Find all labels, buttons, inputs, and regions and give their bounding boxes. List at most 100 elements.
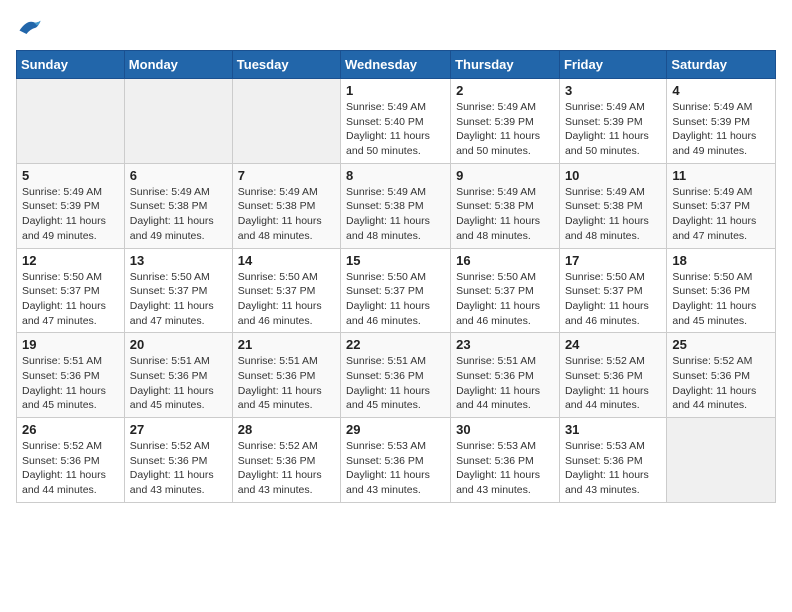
calendar-cell: 13Sunrise: 5:50 AM Sunset: 5:37 PM Dayli… (124, 248, 232, 333)
calendar-cell: 23 Sunrise: 5:51 AM Sunset: 5:36 PM Dayli… (451, 333, 560, 418)
calendar-cell (124, 79, 232, 164)
day-number: 27 (130, 422, 227, 437)
logo (16, 16, 48, 38)
calendar-cell: 29 Sunrise: 5:53 AM Sunset: 5:36 PM Dayli… (341, 418, 451, 503)
day-number: 9 (456, 168, 554, 183)
day-info: Sunrise: 5:49 AM Sunset: 5:38 PM Dayligh… (130, 185, 227, 244)
calendar-cell: 4 Sunrise: 5:49 AM Sunset: 5:39 PM Daylig… (667, 79, 776, 164)
day-number: 10 (565, 168, 661, 183)
day-number: 18 (672, 253, 770, 268)
calendar-cell: 21 Sunrise: 5:51 AM Sunset: 5:36 PM Dayli… (232, 333, 340, 418)
calendar-cell: 5 Sunrise: 5:49 AM Sunset: 5:39 PM Daylig… (17, 163, 125, 248)
day-info: Sunrise: 5:52 AM Sunset: 5:36 PM Dayligh… (130, 439, 227, 498)
day-number: 26 (22, 422, 119, 437)
day-info: Sunrise: 5:51 AM Sunset: 5:36 PM Dayligh… (456, 354, 554, 413)
calendar-week-row: 19 Sunrise: 5:51 AM Sunset: 5:36 PM Dayli… (17, 333, 776, 418)
calendar-cell: 22Sunrise: 5:51 AM Sunset: 5:36 PM Dayli… (341, 333, 451, 418)
day-info: Sunrise: 5:51 AM Sunset: 5:36 PM Dayligh… (238, 354, 335, 413)
day-number: 24 (565, 337, 661, 352)
weekday-header-monday: Monday (124, 51, 232, 79)
calendar-cell: 24Sunrise: 5:52 AM Sunset: 5:36 PM Dayli… (559, 333, 666, 418)
calendar-cell: 6 Sunrise: 5:49 AM Sunset: 5:38 PM Daylig… (124, 163, 232, 248)
day-number: 25 (672, 337, 770, 352)
day-info: Sunrise: 5:50 AM Sunset: 5:37 PM Dayligh… (346, 270, 445, 329)
day-info: Sunrise: 5:53 AM Sunset: 5:36 PM Dayligh… (565, 439, 661, 498)
day-info: Sunrise: 5:53 AM Sunset: 5:36 PM Dayligh… (456, 439, 554, 498)
day-info: Sunrise: 5:49 AM Sunset: 5:39 PM Dayligh… (672, 100, 770, 159)
day-number: 1 (346, 83, 445, 98)
day-number: 30 (456, 422, 554, 437)
day-info: Sunrise: 5:52 AM Sunset: 5:36 PM Dayligh… (238, 439, 335, 498)
calendar-cell: 28 Sunrise: 5:52 AM Sunset: 5:36 PM Dayli… (232, 418, 340, 503)
day-number: 20 (130, 337, 227, 352)
day-info: Sunrise: 5:50 AM Sunset: 5:37 PM Dayligh… (456, 270, 554, 329)
day-info: Sunrise: 5:49 AM Sunset: 5:40 PM Dayligh… (346, 100, 445, 159)
day-number: 29 (346, 422, 445, 437)
calendar-week-row: 1 Sunrise: 5:49 AM Sunset: 5:40 PM Daylig… (17, 79, 776, 164)
calendar-cell: 20 Sunrise: 5:51 AM Sunset: 5:36 PM Dayli… (124, 333, 232, 418)
page-header (16, 16, 776, 38)
weekday-header-tuesday: Tuesday (232, 51, 340, 79)
calendar-week-row: 12 Sunrise: 5:50 AM Sunset: 5:37 PM Dayli… (17, 248, 776, 333)
calendar-cell: 3Sunrise: 5:49 AM Sunset: 5:39 PM Daylig… (559, 79, 666, 164)
logo-bird-icon (16, 16, 44, 38)
calendar-cell: 17 Sunrise: 5:50 AM Sunset: 5:37 PM Dayli… (559, 248, 666, 333)
calendar-cell: 2 Sunrise: 5:49 AM Sunset: 5:39 PM Daylig… (451, 79, 560, 164)
calendar-cell: 31Sunrise: 5:53 AM Sunset: 5:36 PM Dayli… (559, 418, 666, 503)
day-info: Sunrise: 5:49 AM Sunset: 5:39 PM Dayligh… (22, 185, 119, 244)
day-info: Sunrise: 5:51 AM Sunset: 5:36 PM Dayligh… (22, 354, 119, 413)
day-number: 15 (346, 253, 445, 268)
day-number: 5 (22, 168, 119, 183)
day-number: 6 (130, 168, 227, 183)
weekday-header-saturday: Saturday (667, 51, 776, 79)
day-number: 21 (238, 337, 335, 352)
day-number: 7 (238, 168, 335, 183)
day-info: Sunrise: 5:52 AM Sunset: 5:36 PM Dayligh… (672, 354, 770, 413)
day-number: 17 (565, 253, 661, 268)
calendar-cell (17, 79, 125, 164)
calendar-week-row: 5 Sunrise: 5:49 AM Sunset: 5:39 PM Daylig… (17, 163, 776, 248)
calendar-cell: 30 Sunrise: 5:53 AM Sunset: 5:36 PM Dayli… (451, 418, 560, 503)
day-info: Sunrise: 5:49 AM Sunset: 5:38 PM Dayligh… (346, 185, 445, 244)
calendar-cell: 27 Sunrise: 5:52 AM Sunset: 5:36 PM Dayli… (124, 418, 232, 503)
calendar-cell: 15 Sunrise: 5:50 AM Sunset: 5:37 PM Dayli… (341, 248, 451, 333)
day-number: 3 (565, 83, 661, 98)
calendar-cell: 26 Sunrise: 5:52 AM Sunset: 5:36 PM Dayli… (17, 418, 125, 503)
day-number: 14 (238, 253, 335, 268)
calendar-cell: 9 Sunrise: 5:49 AM Sunset: 5:38 PM Daylig… (451, 163, 560, 248)
day-info: Sunrise: 5:50 AM Sunset: 5:37 PM Dayligh… (130, 270, 227, 329)
day-info: Sunrise: 5:50 AM Sunset: 5:37 PM Dayligh… (238, 270, 335, 329)
calendar-cell: 10Sunrise: 5:49 AM Sunset: 5:38 PM Dayli… (559, 163, 666, 248)
day-number: 8 (346, 168, 445, 183)
day-info: Sunrise: 5:49 AM Sunset: 5:39 PM Dayligh… (456, 100, 554, 159)
day-number: 23 (456, 337, 554, 352)
calendar-cell: 8 Sunrise: 5:49 AM Sunset: 5:38 PM Daylig… (341, 163, 451, 248)
day-number: 28 (238, 422, 335, 437)
day-info: Sunrise: 5:49 AM Sunset: 5:38 PM Dayligh… (456, 185, 554, 244)
calendar-cell: 12 Sunrise: 5:50 AM Sunset: 5:37 PM Dayli… (17, 248, 125, 333)
weekday-header-wednesday: Wednesday (341, 51, 451, 79)
day-info: Sunrise: 5:52 AM Sunset: 5:36 PM Dayligh… (22, 439, 119, 498)
calendar-cell: 25 Sunrise: 5:52 AM Sunset: 5:36 PM Dayli… (667, 333, 776, 418)
day-info: Sunrise: 5:51 AM Sunset: 5:36 PM Dayligh… (130, 354, 227, 413)
day-number: 12 (22, 253, 119, 268)
day-info: Sunrise: 5:51 AM Sunset: 5:36 PM Dayligh… (346, 354, 445, 413)
day-info: Sunrise: 5:49 AM Sunset: 5:37 PM Dayligh… (672, 185, 770, 244)
calendar-cell (232, 79, 340, 164)
calendar-table: SundayMondayTuesdayWednesdayThursdayFrid… (16, 50, 776, 503)
weekday-header-sunday: Sunday (17, 51, 125, 79)
calendar-cell: 1 Sunrise: 5:49 AM Sunset: 5:40 PM Daylig… (341, 79, 451, 164)
day-info: Sunrise: 5:49 AM Sunset: 5:38 PM Dayligh… (238, 185, 335, 244)
day-info: Sunrise: 5:53 AM Sunset: 5:36 PM Dayligh… (346, 439, 445, 498)
weekday-header-thursday: Thursday (451, 51, 560, 79)
day-number: 19 (22, 337, 119, 352)
day-info: Sunrise: 5:50 AM Sunset: 5:37 PM Dayligh… (22, 270, 119, 329)
weekday-header-row: SundayMondayTuesdayWednesdayThursdayFrid… (17, 51, 776, 79)
calendar-cell: 18 Sunrise: 5:50 AM Sunset: 5:36 PM Dayli… (667, 248, 776, 333)
day-number: 4 (672, 83, 770, 98)
day-info: Sunrise: 5:50 AM Sunset: 5:36 PM Dayligh… (672, 270, 770, 329)
day-number: 2 (456, 83, 554, 98)
calendar-cell: 7 Sunrise: 5:49 AM Sunset: 5:38 PM Daylig… (232, 163, 340, 248)
day-info: Sunrise: 5:50 AM Sunset: 5:37 PM Dayligh… (565, 270, 661, 329)
weekday-header-friday: Friday (559, 51, 666, 79)
